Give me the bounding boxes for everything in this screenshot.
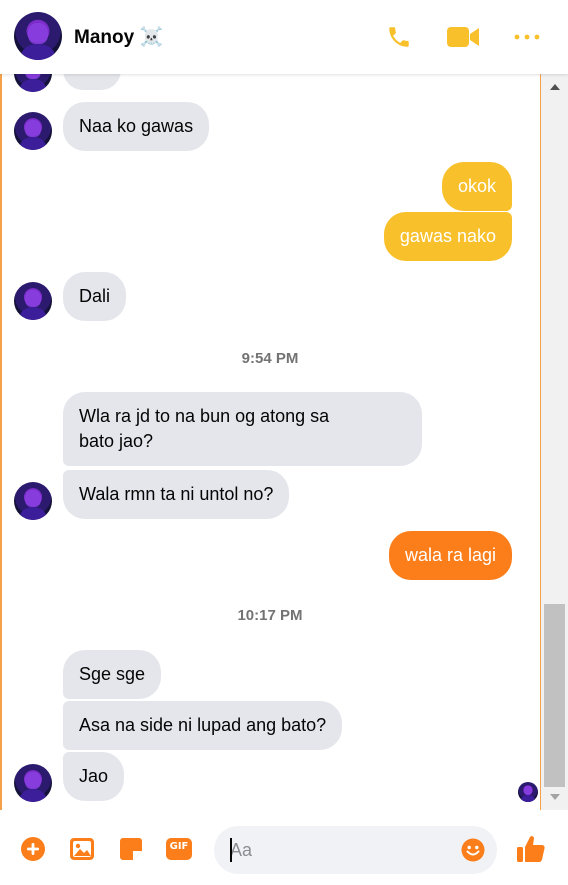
window-border-left (0, 74, 2, 810)
scroll-thumb[interactable] (544, 604, 565, 787)
message-bubble-incoming[interactable]: Asa na side ni lupad ang bato? (63, 701, 343, 750)
plus-circle-icon[interactable] (20, 836, 46, 862)
message-bubble-incoming[interactable]: Wala rmn ta ni untol no? (63, 470, 290, 519)
message-text: okok (457, 176, 496, 196)
timestamp: 9:54 PM (241, 350, 299, 367)
composer-bar: GIF (0, 810, 568, 885)
text-caret (230, 838, 232, 862)
message-bubble-incoming[interactable]: Naa ko gawas (63, 102, 210, 151)
message-input[interactable] (230, 838, 450, 862)
sender-avatar (14, 764, 52, 802)
message-bubble-outgoing[interactable]: wala ra lagi (388, 531, 512, 580)
phone-icon[interactable] (382, 20, 416, 54)
thumbs-up-icon[interactable] (516, 834, 546, 864)
message-text: Dali (79, 286, 111, 306)
image-icon[interactable] (69, 836, 95, 862)
message-bubble-cut[interactable] (63, 74, 121, 90)
message-bubble-incoming[interactable]: Dali (63, 272, 127, 321)
message-text: Asa na side ni lupad ang bato? (79, 715, 327, 735)
scrollbar[interactable] (541, 74, 568, 810)
message-text: bato jao? (79, 431, 154, 451)
gif-button[interactable]: GIF (166, 836, 192, 862)
message-bubble-incoming[interactable]: Jao (63, 752, 125, 801)
message-list[interactable]: Naa ko gawas okok gawas nako Dali 9:54 P… (0, 74, 540, 810)
gif-label: GIF (169, 841, 189, 852)
message-text: wala ra lagi (404, 545, 496, 565)
sender-avatar (14, 74, 52, 92)
chat-window: Manoy ☠️ Naa ko gawas okok gawas nako Da… (0, 0, 568, 885)
message-text: gawas nako (399, 226, 496, 246)
message-bubble-outgoing[interactable]: okok (441, 162, 512, 211)
sender-avatar (14, 282, 52, 320)
timestamp: 10:17 PM (237, 607, 303, 624)
seen-receipt-avatar (518, 782, 538, 802)
message-bubble-incoming[interactable]: Wla ra jd to na bun og atong sa bato jao… (63, 392, 422, 466)
sticker-icon[interactable] (118, 836, 144, 862)
message-text: Jao (79, 766, 109, 786)
sender-avatar (14, 112, 52, 150)
message-input-wrapper[interactable] (214, 826, 497, 874)
smile-emoji-icon[interactable] (461, 838, 485, 862)
message-text: Sge sge (79, 664, 146, 684)
message-text: Wala rmn ta ni untol no? (79, 484, 274, 504)
chat-header: Manoy ☠️ (0, 0, 568, 74)
video-camera-icon[interactable] (446, 20, 480, 54)
message-bubble-incoming[interactable]: Sge sge (63, 650, 162, 699)
header-actions (382, 20, 544, 54)
scroll-up-arrow[interactable] (550, 84, 560, 90)
scroll-down-arrow[interactable] (550, 794, 560, 800)
contact-name[interactable]: Manoy ☠️ (74, 25, 163, 49)
message-text: Wla ra jd to na bun og atong sa (79, 406, 330, 426)
contact-avatar[interactable] (14, 12, 62, 60)
sender-avatar (14, 482, 52, 520)
more-options-icon[interactable] (510, 20, 544, 54)
message-text: Naa ko gawas (79, 116, 194, 136)
message-bubble-outgoing[interactable]: gawas nako (383, 212, 512, 261)
